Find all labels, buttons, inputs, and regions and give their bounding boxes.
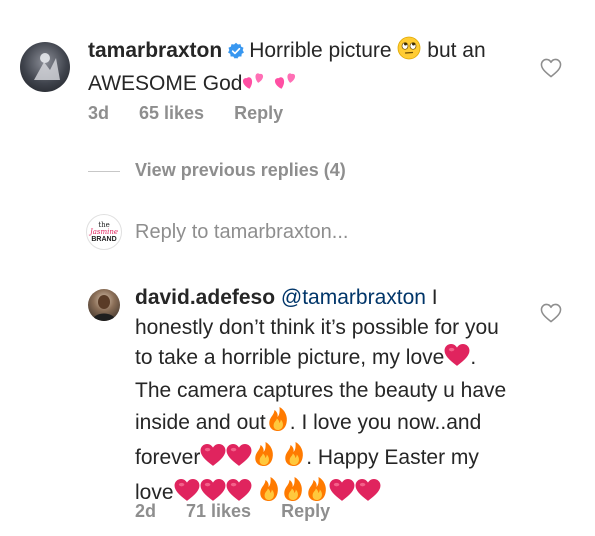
comment-meta: 2d 71 likes Reply	[135, 501, 360, 522]
red-heart-emoji-icon	[444, 343, 470, 376]
red-heart-emoji-icon	[200, 443, 226, 476]
reply-input[interactable]: Reply to tamarbraxton...	[135, 221, 348, 244]
comment-username[interactable]: tamarbraxton	[88, 39, 222, 62]
two-hearts-emoji-icon	[242, 69, 268, 102]
reply-button[interactable]: Reply	[281, 501, 330, 521]
comment-likes[interactable]: 65 likes	[139, 103, 204, 123]
comment-username[interactable]: david.adefeso	[135, 286, 275, 309]
eye-roll-emoji-icon	[397, 36, 421, 69]
verified-badge-icon	[227, 39, 245, 69]
comment-tamarbraxton: tamarbraxton Horrible picture but an AWES…	[88, 36, 528, 102]
comment-text-part: Horrible picture	[249, 39, 392, 62]
fire-emoji-icon	[266, 406, 290, 441]
view-previous-replies-button[interactable]: View previous replies (4)	[135, 160, 346, 181]
avatar-david-adefeso[interactable]	[88, 289, 120, 321]
mention-link[interactable]: @tamarbraxton	[281, 286, 426, 309]
red-heart-emoji-icon	[226, 443, 252, 476]
fire-emoji-icon	[282, 441, 306, 476]
comment-likes[interactable]: 71 likes	[186, 501, 251, 521]
brand-avatar-logo: the Jasmine BRAND	[86, 214, 122, 250]
logo-text: BRAND	[91, 236, 117, 243]
like-heart-icon[interactable]	[540, 303, 562, 323]
replies-divider	[88, 171, 120, 172]
comment-david-adefeso: david.adefeso @tamarbraxton I honestly d…	[135, 283, 515, 511]
logo-text: Jasmine	[89, 228, 119, 236]
comment-time: 3d	[88, 103, 110, 123]
reply-button[interactable]: Reply	[234, 103, 283, 123]
fire-emoji-icon	[252, 441, 276, 476]
like-heart-icon[interactable]	[540, 58, 562, 78]
comment-meta: 3d 65 likes Reply	[88, 103, 313, 124]
comment-time: 2d	[135, 501, 157, 521]
avatar-tamarbraxton[interactable]	[20, 42, 70, 92]
two-hearts-emoji-icon	[274, 69, 300, 102]
